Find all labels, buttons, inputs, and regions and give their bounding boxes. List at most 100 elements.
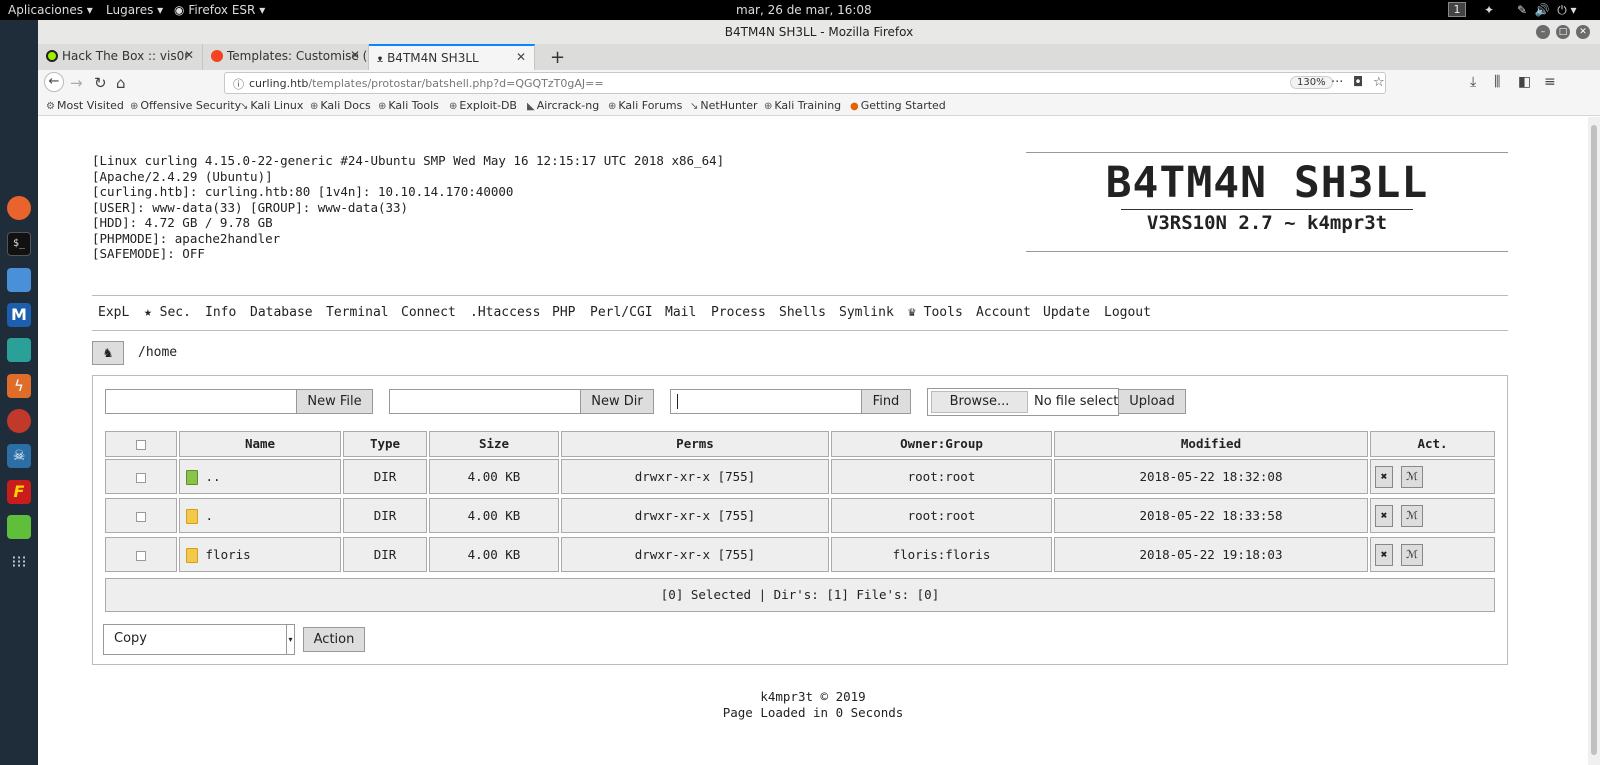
file-upload-input[interactable]: Browse... No file selected.: [927, 388, 1119, 416]
new-tab-icon[interactable]: +: [550, 47, 565, 68]
table-row-perms[interactable]: drwxr-xr-x [755]: [561, 498, 829, 533]
site-info-icon[interactable]: ⓘ: [233, 76, 244, 92]
menu-mail[interactable]: Mail: [665, 305, 696, 320]
show-apps-icon[interactable]: ⁝⁝⁝: [7, 550, 31, 574]
delete-icon[interactable]: ✖: [1375, 466, 1393, 488]
table-row-name[interactable]: .: [179, 498, 341, 533]
bookmark-kali-docs[interactable]: ⊕ Kali Docs: [310, 99, 371, 112]
bookmark-kali-tools[interactable]: ⊕ Kali Tools: [378, 99, 439, 112]
bookmark-offensive-security[interactable]: ⊕ Offensive Security: [130, 99, 241, 112]
home-dir-button[interactable]: ♞: [92, 341, 124, 365]
header-type[interactable]: Type: [343, 431, 427, 457]
row-checkbox[interactable]: [136, 511, 146, 522]
library-icon[interactable]: ⫼: [1494, 74, 1500, 90]
table-row-name[interactable]: floris: [179, 537, 341, 572]
action-button[interactable]: Action: [303, 627, 365, 652]
maltego-dock-icon[interactable]: [7, 409, 31, 433]
menu-update[interactable]: Update: [1043, 305, 1090, 320]
places-menu[interactable]: Lugares ▾: [106, 3, 163, 17]
new-file-button[interactable]: New File: [296, 389, 373, 414]
close-tab-icon[interactable]: ✕: [350, 48, 360, 62]
row-checkbox[interactable]: [136, 550, 146, 561]
select-all-checkbox[interactable]: [136, 439, 146, 450]
bookmark-getting-started[interactable]: ● Getting Started: [850, 99, 946, 112]
page-scrollbar[interactable]: [1588, 117, 1600, 765]
modify-icon[interactable]: ℳ: [1401, 544, 1423, 566]
menu-expl[interactable]: ExpL: [98, 305, 129, 320]
back-icon[interactable]: ←: [44, 72, 64, 92]
menu-perlcgi[interactable]: Perl/CGI: [590, 305, 653, 320]
new-dir-input[interactable]: [389, 389, 581, 414]
bookmark-star-icon[interactable]: ☆: [1373, 75, 1385, 90]
tab-templates[interactable]: Templates: Customise (P ✕: [203, 44, 369, 70]
upload-button[interactable]: Upload: [1118, 389, 1186, 414]
delete-icon[interactable]: ✖: [1375, 544, 1393, 566]
close-window-icon[interactable]: ✕: [1576, 25, 1590, 39]
delete-icon[interactable]: ✖: [1375, 505, 1393, 527]
browse-button[interactable]: Browse...: [931, 391, 1028, 413]
menu-php[interactable]: PHP: [552, 305, 575, 320]
menu-logout[interactable]: Logout: [1104, 305, 1151, 320]
menu-database[interactable]: Database: [250, 305, 313, 320]
minimize-icon[interactable]: –: [1536, 25, 1550, 39]
forward-icon[interactable]: →: [70, 74, 83, 92]
maximize-icon[interactable]: □: [1556, 25, 1570, 39]
terminal-dock-icon[interactable]: $_: [7, 232, 31, 256]
file-name[interactable]: .: [206, 508, 214, 523]
menu-terminal[interactable]: Terminal: [326, 305, 389, 320]
address-bar[interactable]: ⓘ curling.htb/templates/protostar/batshe…: [224, 72, 1386, 94]
table-row-name[interactable]: ..: [179, 459, 341, 494]
applications-menu[interactable]: Aplicaciones ▾: [8, 3, 93, 17]
find-button[interactable]: Find: [861, 389, 911, 414]
page-actions-icon[interactable]: ···: [1331, 75, 1343, 90]
menu-connect[interactable]: Connect: [401, 305, 456, 320]
menu-process[interactable]: Process: [711, 305, 766, 320]
table-row-perms[interactable]: drwxr-xr-x [755]: [561, 459, 829, 494]
faraday-dock-icon[interactable]: F: [7, 480, 31, 504]
header-perms[interactable]: Perms: [561, 431, 829, 457]
close-tab-icon[interactable]: ✕: [516, 50, 526, 64]
beef-dock-icon[interactable]: ☠: [7, 444, 31, 468]
notes-dock-icon[interactable]: [7, 515, 31, 539]
zoom-level[interactable]: 130%: [1290, 76, 1333, 89]
menu-sec[interactable]: ★ Sec.: [144, 305, 191, 320]
bookmark-exploit-db[interactable]: ⊕ Exploit-DB: [449, 99, 517, 112]
bookmark-kali-training[interactable]: ⊕ Kali Training: [764, 99, 841, 112]
app-menu[interactable]: ◉ Firefox ESR ▾: [174, 3, 265, 17]
scrollbar-thumb[interactable]: [1591, 125, 1597, 755]
new-dir-button[interactable]: New Dir: [580, 389, 654, 414]
tray-icons[interactable]: ✦ ✎ 🔊 ⏻ ▾: [1484, 3, 1577, 18]
header-modified[interactable]: Modified: [1054, 431, 1368, 457]
menu-symlink[interactable]: Symlink: [839, 305, 894, 320]
firefox-dock-icon[interactable]: [7, 196, 31, 220]
workspace-indicator[interactable]: 1: [1448, 2, 1466, 17]
bookmark-aircrack[interactable]: ◣ Aircrack-ng: [527, 99, 599, 112]
menu-tools[interactable]: ♛ Tools: [908, 305, 963, 320]
menu-account[interactable]: Account: [976, 305, 1031, 320]
files-dock-icon[interactable]: [7, 268, 31, 292]
row-checkbox[interactable]: [136, 472, 146, 483]
bookmark-kali-forums[interactable]: ⊕ Kali Forums: [608, 99, 682, 112]
metasploit-dock-icon[interactable]: M: [7, 303, 31, 327]
file-name[interactable]: floris: [206, 547, 251, 562]
new-file-input[interactable]: [105, 389, 297, 414]
burpsuite-dock-icon[interactable]: ϟ: [7, 374, 31, 398]
close-tab-icon[interactable]: ✕: [184, 48, 194, 62]
tab-batshell[interactable]: ᴥ B4TM4N SH3LL ✕: [369, 44, 535, 70]
bulk-action-select[interactable]: Copy ▾: [103, 624, 295, 655]
bookmark-kali-linux[interactable]: ↘ Kali Linux: [240, 99, 303, 112]
find-input[interactable]: [670, 389, 862, 414]
hamburger-menu-icon[interactable]: ≡: [1544, 74, 1556, 90]
sidebar-icon[interactable]: ◧: [1518, 74, 1531, 90]
pocket-icon[interactable]: ◘: [1353, 75, 1363, 90]
menu-info[interactable]: Info: [205, 305, 236, 320]
armitage-dock-icon[interactable]: [7, 338, 31, 362]
menu-htaccess[interactable]: .Htaccess: [470, 305, 540, 320]
clock[interactable]: mar, 26 de mar, 16:08: [736, 3, 872, 17]
header-name[interactable]: Name: [179, 431, 341, 457]
home-icon[interactable]: ⌂: [116, 74, 126, 92]
bookmark-most-visited[interactable]: ⚙ Most Visited: [46, 99, 124, 112]
table-row-perms[interactable]: drwxr-xr-x [755]: [561, 537, 829, 572]
reload-icon[interactable]: ↻: [94, 74, 107, 92]
tab-hackthebox[interactable]: Hack The Box :: vis0r ✕: [38, 44, 203, 70]
